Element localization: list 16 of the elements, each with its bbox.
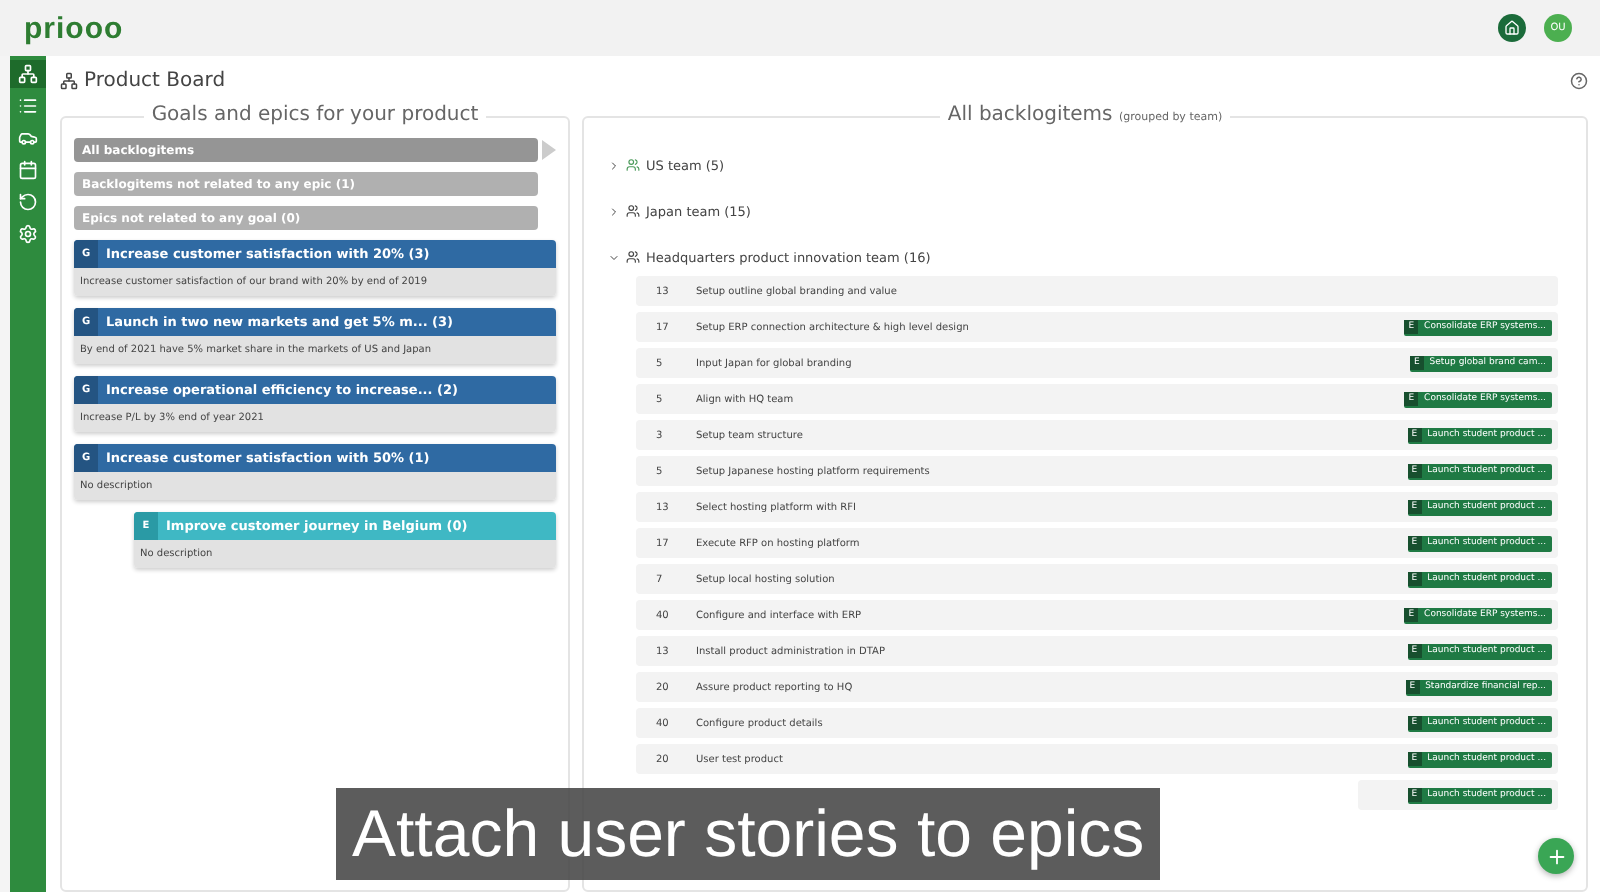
logo[interactable]: priooo xyxy=(24,11,124,45)
chevron-down-icon[interactable] xyxy=(608,251,620,263)
users-icon xyxy=(626,204,640,218)
plus-icon xyxy=(1545,845,1567,867)
users-icon xyxy=(626,158,640,172)
video-caption: Attach user stories to epics xyxy=(336,788,1161,880)
chevron-right-icon[interactable] xyxy=(608,159,620,171)
home-icon xyxy=(1504,20,1520,36)
panel-title: Goals and epics for your product xyxy=(143,104,487,126)
users-icon xyxy=(626,250,640,264)
chevron-right-icon[interactable] xyxy=(608,205,620,217)
sitemap-icon[interactable] xyxy=(10,60,46,88)
page-title: Product Board xyxy=(84,69,226,91)
home-button[interactable] xyxy=(1498,14,1526,42)
help-icon[interactable] xyxy=(1570,71,1588,89)
sitemap-icon xyxy=(60,71,78,89)
